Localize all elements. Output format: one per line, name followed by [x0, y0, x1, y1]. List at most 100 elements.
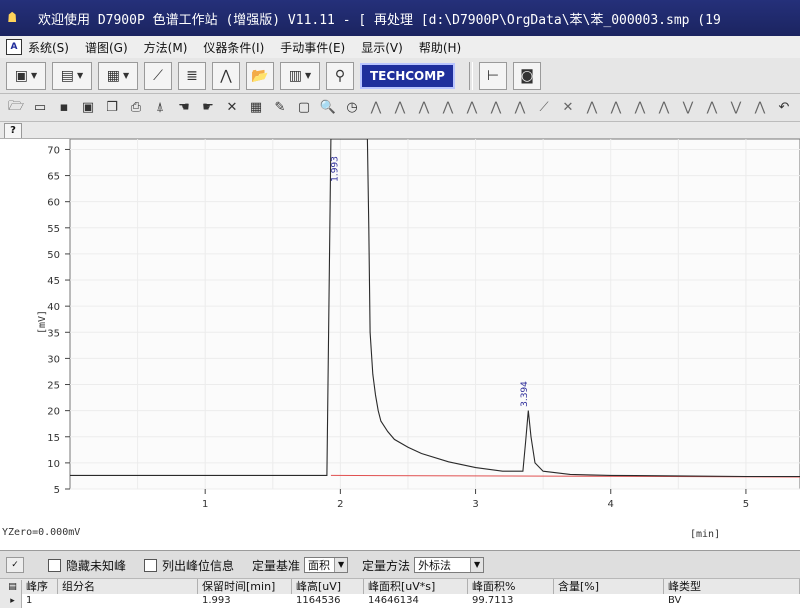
- peak-tool-5[interactable]: ⋀: [462, 98, 482, 118]
- techcomp-logo-button[interactable]: TECHCOMP: [360, 62, 455, 89]
- peak-tool-3[interactable]: ⋀: [414, 98, 434, 118]
- quant-method-select[interactable]: 外标法 ▼: [414, 557, 485, 573]
- undo-button[interactable]: ↶: [774, 98, 794, 118]
- results-options: ✓ 隐藏未知峰 列出峰位信息 定量基准 面积 ▼ 定量方法 外标法 ▼: [0, 555, 800, 575]
- chevron-down-icon: ▼: [305, 71, 312, 80]
- y-tick-label: 30: [47, 354, 60, 365]
- folder-icon: ▭: [33, 100, 47, 115]
- peak-tool-10[interactable]: ⋀: [582, 98, 602, 118]
- col-retention-time[interactable]: 保留时间[min]: [198, 579, 292, 594]
- col-peak-height[interactable]: 峰高[uV]: [292, 579, 364, 594]
- window-icon: ▢: [297, 100, 311, 115]
- pointer-left-button[interactable]: ☚: [174, 98, 194, 118]
- toolbar-separator: [468, 61, 473, 90]
- col-peak-area[interactable]: 峰面积[uV*s]: [364, 579, 468, 594]
- hide-unknown-checkbox[interactable]: 隐藏未知峰: [48, 557, 130, 574]
- clock-button[interactable]: ◷: [342, 98, 362, 118]
- menu-chromatogram[interactable]: 谱图(G): [85, 39, 128, 56]
- chromatogram-button[interactable]: ⟋: [144, 61, 172, 90]
- camera-button[interactable]: ◙: [512, 61, 541, 90]
- x-tick-label: 2: [337, 499, 343, 510]
- peak-tool-16[interactable]: ⋁: [726, 98, 746, 118]
- com-button[interactable]: ▥ ▼: [280, 61, 320, 90]
- peak-tool-8[interactable]: ⟋: [534, 98, 554, 118]
- acquisition-button[interactable]: ▣ ▼: [6, 61, 46, 90]
- delete-button[interactable]: ✕: [222, 98, 242, 118]
- menu-manual-events[interactable]: 手动事件(E): [280, 39, 345, 56]
- x-tick-label: 1: [202, 499, 208, 510]
- col-area-percent[interactable]: 峰面积%: [468, 579, 554, 594]
- pointer-right-button[interactable]: ☛: [198, 98, 218, 118]
- col-peak-type[interactable]: 峰类型: [664, 579, 800, 594]
- save-as-icon: ▣: [81, 100, 95, 115]
- app-icon: ☗: [8, 10, 17, 26]
- menu-view[interactable]: 显示(V): [361, 39, 403, 56]
- peak-tool-4[interactable]: ⋀: [438, 98, 458, 118]
- col-peak-no[interactable]: 峰序: [22, 579, 58, 594]
- chromatogram-svg[interactable]: 5101520253035404550556065701 2 3 4 5[mV][min…: [0, 139, 800, 551]
- peak-tool-2[interactable]: ⋀: [390, 98, 410, 118]
- menu-method[interactable]: 方法(M): [144, 39, 188, 56]
- check-icon[interactable]: ✓: [6, 557, 24, 573]
- list-peak-info-label: 列出峰位信息: [162, 558, 235, 573]
- integration-button[interactable]: ⊢: [478, 61, 507, 90]
- y-tick-label: 40: [47, 302, 60, 313]
- chromatogram-chart[interactable]: 5 10 15 20 25 30 35 40 45 50 55 60 65 70 1 2 3 4 5 [mV] [min…: [0, 138, 800, 551]
- peak-tool-6[interactable]: ⋀: [486, 98, 506, 118]
- save-button[interactable]: ▪: [54, 98, 74, 118]
- table-corner-icon[interactable]: ▤: [0, 579, 22, 594]
- chevron-down-icon: ▼: [31, 71, 38, 80]
- channel-button[interactable]: ▤ ▼: [52, 61, 92, 90]
- chevron-down-icon[interactable]: ▼: [334, 558, 348, 572]
- peak-tool-11[interactable]: ⋀: [606, 98, 626, 118]
- quant-basis-select[interactable]: 面积 ▼: [304, 557, 349, 573]
- menu-system[interactable]: 系统(S): [28, 39, 69, 56]
- peak-tool-1[interactable]: ⋀: [366, 98, 386, 118]
- checkbox-box[interactable]: [48, 558, 61, 572]
- col-component-name[interactable]: 组分名: [58, 579, 198, 594]
- quant-method-label: 定量方法: [362, 558, 411, 573]
- peak-label: 3.394: [520, 381, 530, 407]
- layout-button[interactable]: ▦ ▼: [98, 61, 138, 90]
- quant-basis-value: 面积: [308, 559, 331, 572]
- bell-button[interactable]: ⍋: [150, 98, 170, 118]
- col-content[interactable]: 含量[%]: [554, 579, 664, 594]
- com-port-icon: ▥: [288, 67, 303, 84]
- table-button[interactable]: ▦: [246, 98, 266, 118]
- copy-icon: ❐: [106, 100, 118, 115]
- print-button[interactable]: ⎙: [126, 98, 146, 118]
- report-button[interactable]: ≣: [178, 61, 206, 90]
- run-button[interactable]: ⚲: [326, 61, 354, 90]
- reprocess-button[interactable]: ⋀: [212, 61, 240, 90]
- list-peak-info-checkbox[interactable]: 列出峰位信息: [144, 557, 238, 574]
- help-button[interactable]: ?: [4, 123, 22, 139]
- peak-tool-9[interactable]: ✕: [558, 98, 578, 118]
- copy-button[interactable]: ❐: [102, 98, 122, 118]
- document-icon[interactable]: A: [6, 39, 22, 55]
- window-button[interactable]: ▢: [294, 98, 314, 118]
- help-strip: ?: [0, 122, 800, 139]
- y-tick-label: 65: [47, 172, 60, 183]
- edit-icon: ✎: [274, 100, 286, 115]
- open-folder-button[interactable]: 📂: [246, 61, 274, 90]
- open-button[interactable]: ▭: [30, 98, 50, 118]
- menu-instrument-conditions[interactable]: 仪器条件(I): [203, 39, 264, 56]
- menu-help[interactable]: 帮助(H): [419, 39, 461, 56]
- peak-tool-7[interactable]: ⋀: [510, 98, 530, 118]
- y-tick-label: 50: [47, 250, 60, 261]
- results-table-header: ▤ 峰序 组分名 保留时间[min] 峰高[uV] 峰面积[uV*s] 峰面积%…: [0, 578, 800, 595]
- save-as-button[interactable]: ▣: [78, 98, 98, 118]
- peak-tool-14[interactable]: ⋁: [678, 98, 698, 118]
- peak-tool-17[interactable]: ⋀: [750, 98, 770, 118]
- person-run-icon: ⚲: [334, 67, 346, 84]
- checkbox-box[interactable]: [144, 558, 158, 572]
- chevron-down-icon: ▼: [77, 71, 84, 80]
- table-row[interactable]: ▸ 1 1.993 1164536 14646134 99.7113 BV: [0, 594, 800, 608]
- zoom-button[interactable]: 🔍: [318, 98, 338, 118]
- peak-tool-12[interactable]: ⋀: [630, 98, 650, 118]
- open-file-button[interactable]: 🗁: [6, 98, 26, 118]
- peak-tool-13[interactable]: ⋀: [654, 98, 674, 118]
- edit-button[interactable]: ✎: [270, 98, 290, 118]
- peak-tool-15[interactable]: ⋀: [702, 98, 722, 118]
- chevron-down-icon[interactable]: ▼: [470, 558, 484, 572]
